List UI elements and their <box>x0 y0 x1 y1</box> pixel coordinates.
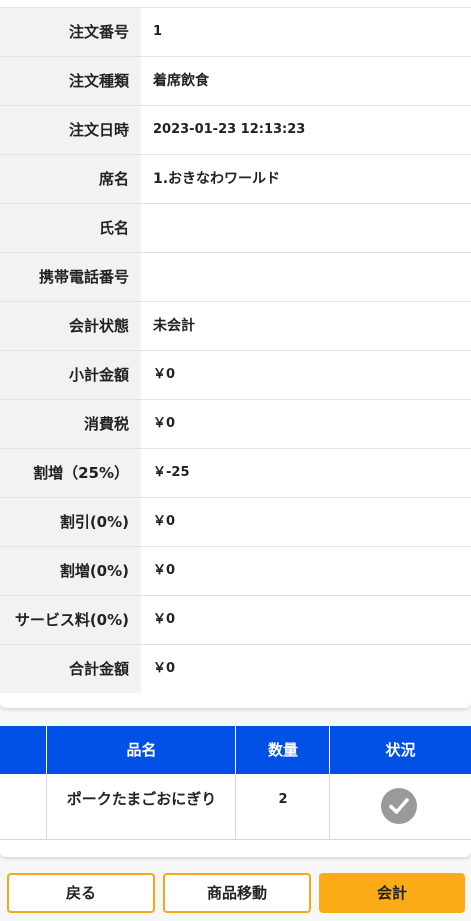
checkout-button[interactable]: 会計 <box>319 873 465 913</box>
service-charge-value: ￥0 <box>153 612 176 627</box>
order-items-card: 品名 数量 状況 ポークたまごおにぎり 2 <box>0 726 471 857</box>
payment-status-value: 未会計 <box>153 318 195 334</box>
surcharge-0-label: 割増(0%) <box>0 547 141 595</box>
seat-name-value: 1.おきなわワールド <box>153 171 281 187</box>
item-status-cell <box>329 774 471 840</box>
column-header-item-name: 品名 <box>46 726 236 774</box>
payment-status-label: 会計状態 <box>0 302 141 350</box>
row-order-datetime: 注文日時 2023-01-23 12:13:23 <box>0 105 471 154</box>
check-circle-icon[interactable] <box>381 788 417 824</box>
order-number-label: 注文番号 <box>0 8 141 56</box>
surcharge-0-value: ￥0 <box>153 563 176 578</box>
order-datetime-label: 注文日時 <box>0 106 141 154</box>
order-datetime-value: 2023-01-23 12:13:23 <box>153 122 306 137</box>
row-order-number: 注文番号 1 <box>0 7 471 56</box>
row-customer-name: 氏名 <box>0 203 471 252</box>
mobile-phone-label: 携帯電話番号 <box>0 253 141 301</box>
surcharge-25-value: ￥-25 <box>153 465 190 480</box>
surcharge-25-label: 割増（25%） <box>0 449 141 497</box>
row-surcharge-0: 割増(0%) ￥0 <box>0 546 471 595</box>
subtotal-value: ￥0 <box>153 367 176 382</box>
column-header-quantity: 数量 <box>235 726 330 774</box>
service-charge-label: サービス料(0%) <box>0 596 141 644</box>
row-surcharge-25: 割増（25%） ￥-25 <box>0 448 471 497</box>
row-discount: 割引(0%) ￥0 <box>0 497 471 546</box>
consumption-tax-value: ￥0 <box>153 416 176 431</box>
items-table-header: 品名 数量 状況 <box>0 726 471 774</box>
order-info-card: 注文番号 1 注文種類 着席飲食 注文日時 2023-01-23 12:13:2… <box>0 0 471 708</box>
subtotal-label: 小計金額 <box>0 351 141 399</box>
discount-label: 割引(0%) <box>0 498 141 546</box>
table-row[interactable]: ポークたまごおにぎり 2 <box>0 774 471 840</box>
consumption-tax-label: 消費税 <box>0 400 141 448</box>
discount-value: ￥0 <box>153 514 176 529</box>
row-total-amount: 合計金額 ￥0 <box>0 644 471 693</box>
customer-name-label: 氏名 <box>0 204 141 252</box>
row-consumption-tax: 消費税 ￥0 <box>0 399 471 448</box>
item-name-cell: ポークたまごおにぎり <box>46 774 236 840</box>
total-amount-label: 合計金額 <box>0 645 141 693</box>
row-payment-status: 会計状態 未会計 <box>0 301 471 350</box>
row-mobile-phone: 携帯電話番号 <box>0 252 471 301</box>
order-type-value: 着席飲食 <box>153 73 209 89</box>
order-type-label: 注文種類 <box>0 57 141 105</box>
move-items-button[interactable]: 商品移動 <box>163 873 311 913</box>
row-seat-name: 席名 1.おきなわワールド <box>0 154 471 203</box>
column-header-status: 状況 <box>329 726 471 774</box>
order-number-value: 1 <box>153 24 163 39</box>
row-subtotal: 小計金額 ￥0 <box>0 350 471 399</box>
item-quantity-cell: 2 <box>235 774 330 840</box>
seat-name-label: 席名 <box>0 155 141 203</box>
total-amount-value: ￥0 <box>153 661 176 676</box>
row-service-charge: サービス料(0%) ￥0 <box>0 595 471 644</box>
row-order-type: 注文種類 着席飲食 <box>0 56 471 105</box>
back-button[interactable]: 戻る <box>7 873 155 913</box>
